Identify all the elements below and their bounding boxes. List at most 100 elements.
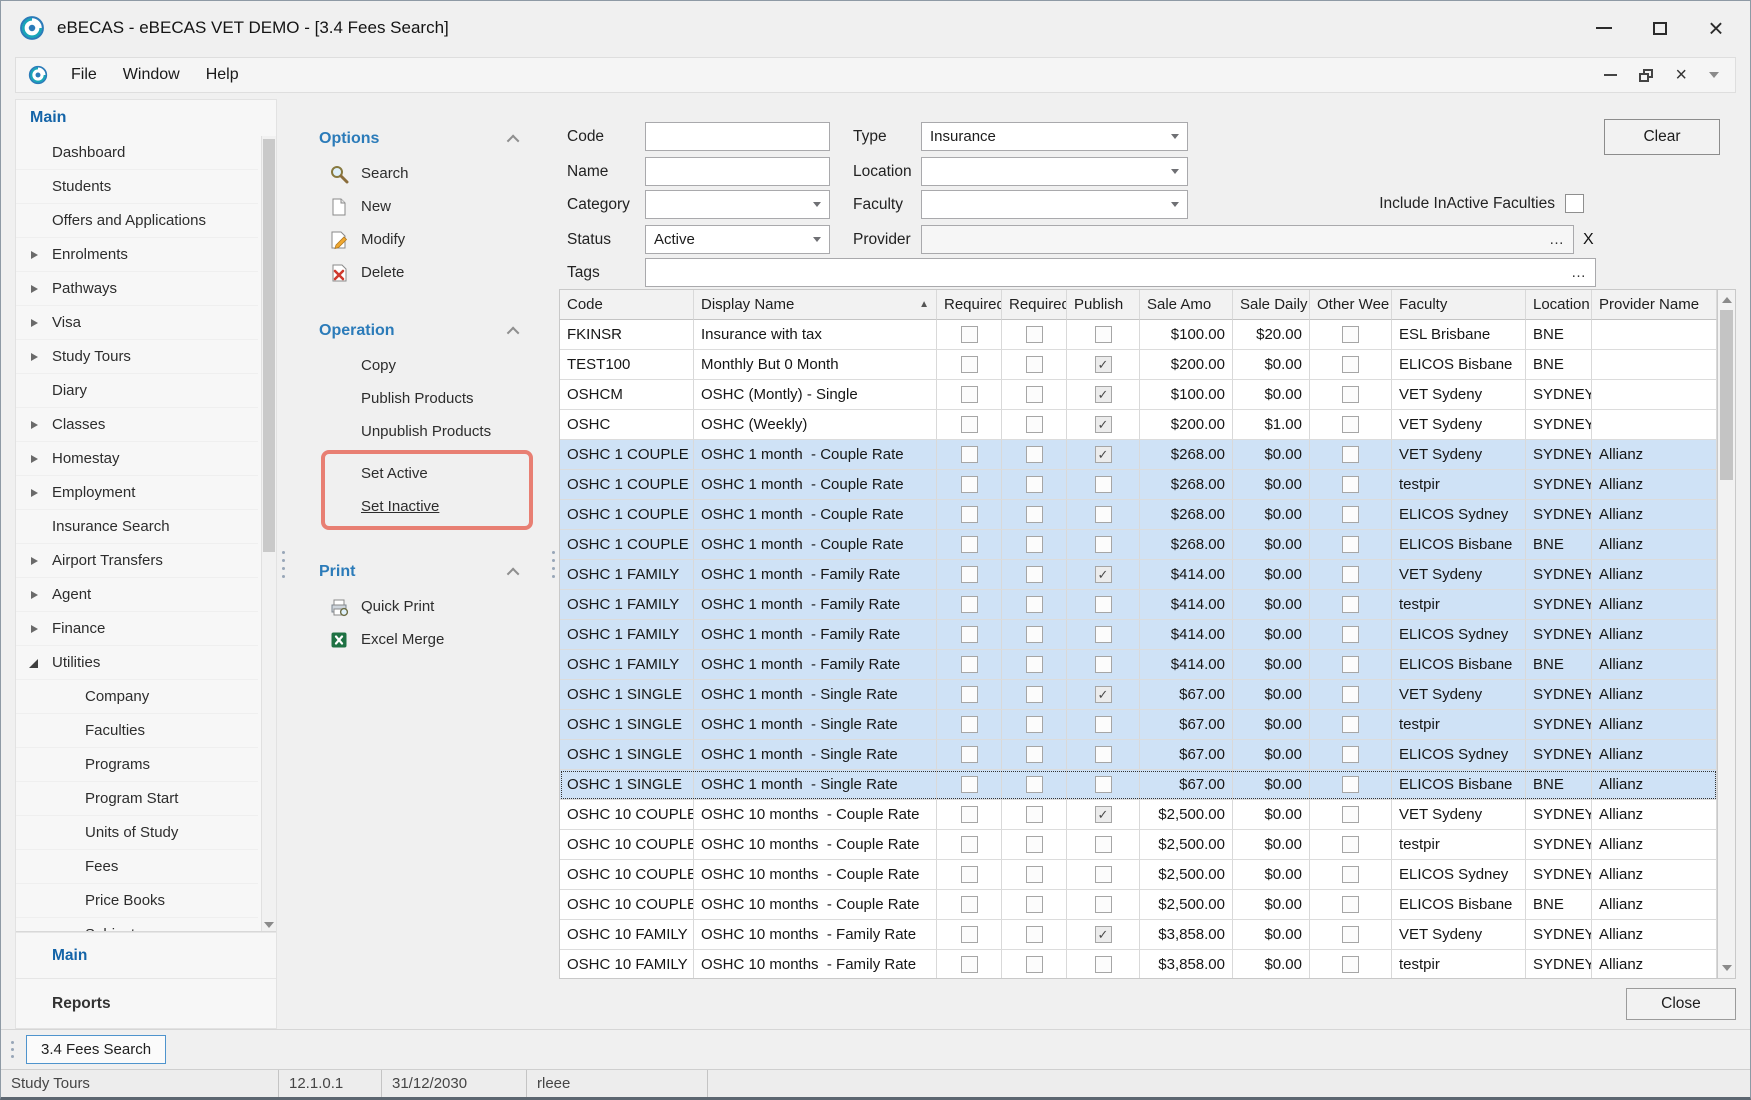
checkbox[interactable] xyxy=(1095,446,1112,463)
category-select[interactable] xyxy=(645,190,830,219)
sidebar-item-employment[interactable]: Employment xyxy=(16,476,258,510)
checkbox[interactable] xyxy=(1095,326,1112,343)
checkbox[interactable] xyxy=(1026,776,1043,793)
sidebar-item-classes[interactable]: Classes xyxy=(16,408,258,442)
sidebar-item-company[interactable]: Company xyxy=(16,680,258,714)
ellipsis-button[interactable]: … xyxy=(1549,231,1565,248)
checkbox[interactable] xyxy=(961,566,978,583)
table-row[interactable]: FKINSRInsurance with tax$100.00$20.00ESL… xyxy=(560,320,1717,350)
checkbox[interactable] xyxy=(1095,356,1112,373)
checkbox[interactable] xyxy=(1095,626,1112,643)
faculty-select[interactable] xyxy=(921,190,1188,219)
checkbox[interactable] xyxy=(1026,686,1043,703)
checkbox[interactable] xyxy=(1026,596,1043,613)
sidebar-item-fees[interactable]: Fees xyxy=(16,850,258,884)
toolbar-overflow-icon[interactable] xyxy=(1709,72,1719,78)
mdi-restore-icon[interactable] xyxy=(1639,69,1653,82)
table-row[interactable]: OSHCOSHC (Weekly)$200.00$1.00VET SydenyS… xyxy=(560,410,1717,440)
checkbox[interactable] xyxy=(1026,926,1043,943)
sidebar-item-dashboard[interactable]: Dashboard xyxy=(16,136,258,170)
table-row[interactable]: OSHC 10 FAMILYOSHC 10 months - Family Ra… xyxy=(560,920,1717,950)
sidebar-item-pathways[interactable]: Pathways xyxy=(16,272,258,306)
checkbox[interactable] xyxy=(1095,806,1112,823)
option-item-copy[interactable]: Copy xyxy=(289,349,547,382)
checkbox[interactable] xyxy=(961,326,978,343)
checkbox[interactable] xyxy=(1342,896,1359,913)
checkbox[interactable] xyxy=(961,806,978,823)
checkbox[interactable] xyxy=(1342,386,1359,403)
checkbox[interactable] xyxy=(1342,926,1359,943)
sidebar-item-students[interactable]: Students xyxy=(16,170,258,204)
checkbox[interactable] xyxy=(961,866,978,883)
checkbox[interactable] xyxy=(1026,896,1043,913)
checkbox[interactable] xyxy=(1026,326,1043,343)
checkbox[interactable] xyxy=(1342,416,1359,433)
column-header-faculty-8[interactable]: Faculty xyxy=(1392,290,1526,320)
checkbox[interactable] xyxy=(1095,656,1112,673)
checkbox[interactable] xyxy=(961,416,978,433)
checkbox[interactable] xyxy=(1342,836,1359,853)
menu-item-window[interactable]: Window xyxy=(110,60,193,90)
table-row[interactable]: OSHC 10 COUPLEOSHC 10 months - Couple Ra… xyxy=(560,830,1717,860)
checkbox[interactable] xyxy=(1095,476,1112,493)
sidebar-item-agent[interactable]: Agent xyxy=(16,578,258,612)
option-item-unpublish-products[interactable]: Unpublish Products xyxy=(289,415,547,448)
ellipsis-button[interactable]: … xyxy=(1571,264,1587,281)
option-item-set-inactive[interactable]: Set Inactive xyxy=(325,490,529,523)
close-window-button[interactable]: × xyxy=(1688,7,1744,49)
checkbox[interactable] xyxy=(1342,746,1359,763)
checkbox[interactable] xyxy=(1095,536,1112,553)
name-input[interactable] xyxy=(645,157,830,186)
sidebar-item-units-of-study[interactable]: Units of Study xyxy=(16,816,258,850)
checkbox[interactable] xyxy=(961,716,978,733)
checkbox[interactable] xyxy=(1026,956,1043,973)
checkbox[interactable] xyxy=(1026,536,1043,553)
checkbox[interactable] xyxy=(961,926,978,943)
checkbox[interactable] xyxy=(1342,326,1359,343)
column-header-code-0[interactable]: Code xyxy=(560,290,694,320)
status-select[interactable]: Active xyxy=(645,225,830,254)
table-row[interactable]: OSHC 10 COUPLEOSHC 10 months - Couple Ra… xyxy=(560,860,1717,890)
checkbox[interactable] xyxy=(1026,836,1043,853)
sidebar-item-program-start[interactable]: Program Start xyxy=(16,782,258,816)
checkbox[interactable] xyxy=(961,686,978,703)
menu-item-help[interactable]: Help xyxy=(193,60,252,90)
checkbox[interactable] xyxy=(961,626,978,643)
checkbox[interactable] xyxy=(1342,446,1359,463)
checkbox[interactable] xyxy=(1095,926,1112,943)
group-header-operation[interactable]: Operation xyxy=(289,313,547,349)
sidebar-item-subjects[interactable]: Subjects xyxy=(16,918,258,931)
option-item-publish-products[interactable]: Publish Products xyxy=(289,382,547,415)
checkbox[interactable] xyxy=(1342,806,1359,823)
column-header-required-3[interactable]: Required xyxy=(1002,290,1067,320)
checkbox[interactable] xyxy=(1342,476,1359,493)
checkbox[interactable] xyxy=(1026,356,1043,373)
provider-field[interactable]: … xyxy=(921,225,1574,254)
checkbox[interactable] xyxy=(1342,716,1359,733)
sidebar-item-enrolments[interactable]: Enrolments xyxy=(16,238,258,272)
sidebar-item-homestay[interactable]: Homestay xyxy=(16,442,258,476)
checkbox[interactable] xyxy=(1342,626,1359,643)
sidebar-item-programs[interactable]: Programs xyxy=(16,748,258,782)
menu-item-file[interactable]: File xyxy=(58,60,110,90)
splitter-right[interactable] xyxy=(547,99,559,1029)
checkbox[interactable] xyxy=(1342,506,1359,523)
mdi-minimize-icon[interactable] xyxy=(1604,74,1617,76)
checkbox[interactable] xyxy=(1026,626,1043,643)
checkbox[interactable] xyxy=(1095,566,1112,583)
column-header-sale-daily-6[interactable]: Sale Daily xyxy=(1233,290,1310,320)
option-item-new[interactable]: New xyxy=(289,190,547,223)
grid-scrollbar[interactable] xyxy=(1718,289,1736,979)
checkbox[interactable] xyxy=(1026,506,1043,523)
sidebar-group-reports[interactable]: Reports xyxy=(16,978,276,1028)
sidebar-item-price-books[interactable]: Price Books xyxy=(16,884,258,918)
option-item-excel-merge[interactable]: Excel Merge xyxy=(289,623,547,656)
checkbox[interactable] xyxy=(961,446,978,463)
table-row[interactable]: OSHC 1 COUPLEOSHC 1 month - Couple Rate$… xyxy=(560,530,1717,560)
column-header-display-name-1[interactable]: Display Name▲ xyxy=(694,290,937,320)
table-row[interactable]: OSHCMOSHC (Montly) - Single$100.00$0.00V… xyxy=(560,380,1717,410)
column-header-location-9[interactable]: Location xyxy=(1526,290,1592,320)
table-row[interactable]: OSHC 1 FAMILYOSHC 1 month - Family Rate$… xyxy=(560,560,1717,590)
column-header-provider-name-10[interactable]: Provider Name xyxy=(1592,290,1717,320)
checkbox[interactable] xyxy=(1026,416,1043,433)
